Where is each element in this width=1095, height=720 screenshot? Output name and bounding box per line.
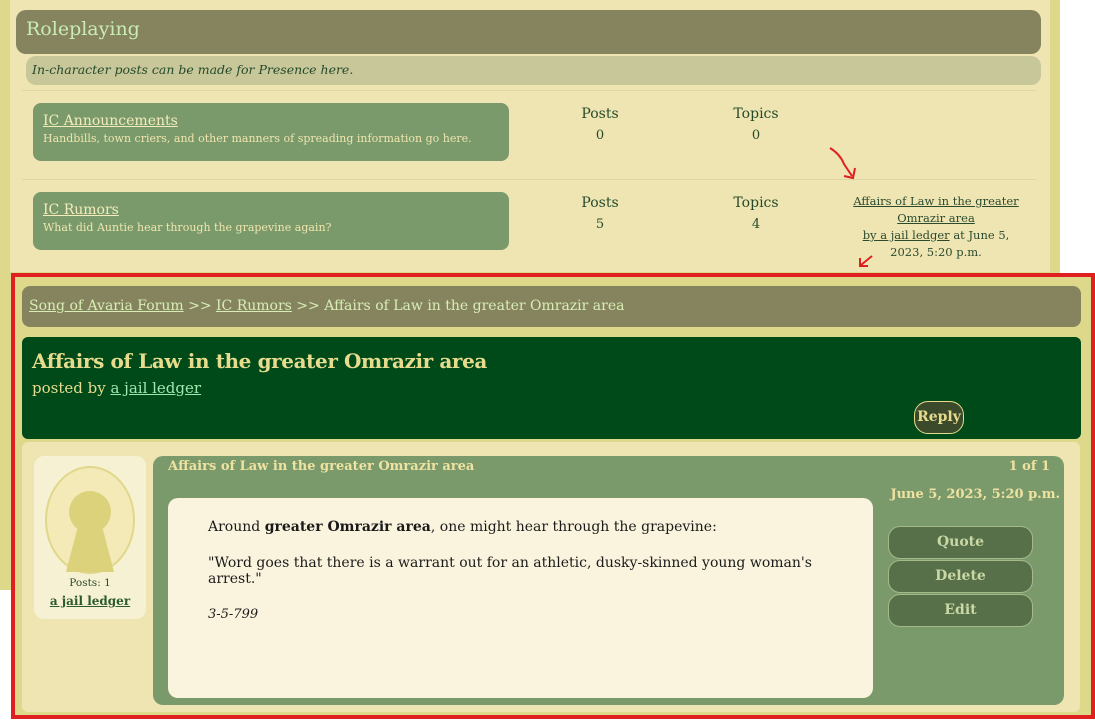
breadcrumb-forum-link[interactable]: IC Rumors	[216, 298, 292, 314]
topic-title: Affairs of Law in the greater Omrazir ar…	[32, 349, 487, 373]
edit-button[interactable]: Edit	[888, 594, 1033, 627]
post-page-indicator: 1 of 1	[1008, 459, 1050, 474]
topics-count: 0	[751, 128, 761, 143]
topic-posted-by: posted by a jail ledger	[32, 379, 1071, 397]
last-post-author-link[interactable]: by a jail ledger	[863, 228, 950, 242]
forum-description: Handbills, town criers, and other manner…	[43, 132, 472, 145]
post-paragraph: Around greater Omrazir area, one might h…	[208, 519, 833, 535]
breadcrumb-separator: >>	[183, 298, 217, 314]
section-title: Roleplaying	[26, 18, 140, 40]
forum-description: What did Auntie hear through the grapevi…	[43, 221, 332, 234]
breadcrumb-root-link[interactable]: Song of Avaria Forum	[29, 298, 184, 314]
forum-link-ic-rumors[interactable]: IC Rumors	[43, 202, 499, 218]
forum-topics-stat: Topics 4	[716, 195, 796, 232]
breadcrumb-current-topic: Affairs of Law in the greater Omrazir ar…	[324, 298, 625, 314]
row-divider	[22, 90, 1036, 91]
topics-count: 4	[751, 217, 761, 232]
quote-button[interactable]: Quote	[888, 526, 1033, 559]
posts-count: 0	[595, 128, 605, 143]
post-body: Around greater Omrazir area, one might h…	[168, 498, 873, 698]
forum-card-ic-rumors: IC Rumors What did Auntie hear through t…	[33, 192, 509, 250]
breadcrumb-separator: >>	[291, 298, 325, 314]
topics-label: Topics	[733, 195, 779, 211]
post-quote: "Word goes that there is a warrant out f…	[208, 555, 812, 587]
posts-label: Posts	[581, 106, 619, 122]
topic-author-link[interactable]: a jail ledger	[110, 379, 201, 397]
post-signature: 3-5-799	[208, 607, 259, 622]
post-bold-text: greater Omrazir area	[264, 519, 431, 535]
topics-label: Topics	[733, 106, 779, 122]
post-date: June 5, 2023, 5:20 p.m.	[890, 487, 1060, 502]
posted-by-label: posted by	[32, 379, 106, 397]
forum-topics-stat: Topics 0	[716, 106, 796, 143]
last-post-info: Affairs of Law in the greater Omrazir ar…	[846, 193, 1026, 261]
post-text: Around	[208, 519, 265, 535]
delete-button[interactable]: Delete	[888, 560, 1033, 593]
reply-button[interactable]: Reply	[914, 401, 964, 434]
posts-count: 5	[595, 217, 605, 232]
section-header: Roleplaying	[16, 10, 1041, 54]
annotation-arrow-icon	[859, 255, 873, 267]
row-divider	[22, 179, 1036, 180]
forum-card-ic-announcements: IC Announcements Handbills, town criers,…	[33, 103, 509, 161]
section-description: In-character posts can be made for Prese…	[26, 56, 1041, 85]
author-post-count: Posts: 1	[69, 577, 111, 589]
post-title: Affairs of Law in the greater Omrazir ar…	[168, 459, 475, 474]
breadcrumb: Song of Avaria Forum >> IC Rumors >> Aff…	[22, 286, 1081, 327]
author-name-link[interactable]: a jail ledger	[34, 594, 146, 608]
forum-posts-stat: Posts 5	[560, 195, 640, 232]
post-text: , one might hear through the grapevine:	[430, 519, 717, 535]
last-post-link[interactable]: Affairs of Law in the greater Omrazir ar…	[853, 194, 1018, 225]
annotation-arrow-icon	[829, 147, 856, 180]
avatar-icon	[45, 466, 135, 574]
forum-posts-stat: Posts 0	[560, 106, 640, 143]
forum-link-ic-announcements[interactable]: IC Announcements	[43, 113, 499, 129]
posts-label: Posts	[581, 195, 619, 211]
